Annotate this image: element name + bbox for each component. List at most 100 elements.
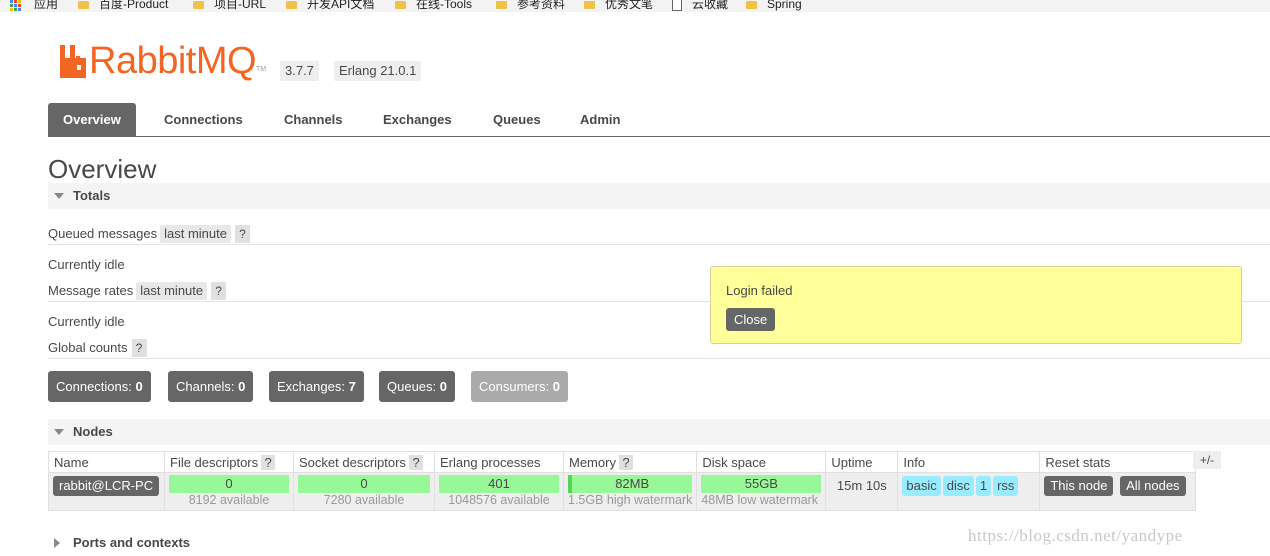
bookmark-label: 项目-URL [214, 0, 267, 11]
bookmark-item[interactable]: 开发API文档 [286, 0, 374, 12]
rates-status: Currently idle [48, 314, 125, 329]
folder-icon [286, 0, 297, 9]
popup-message: Login failed [726, 283, 793, 298]
queued-range-selector[interactable]: last minute [160, 225, 231, 243]
disk-watermark: 48MB low watermark [701, 493, 819, 507]
help-icon[interactable]: ? [211, 282, 227, 300]
rates-range-selector[interactable]: last minute [136, 282, 208, 300]
folder-icon [584, 0, 595, 9]
socket-descriptors-bar: 0 [298, 475, 430, 493]
count-label: Channels: [176, 379, 235, 394]
cell-info: basic disc 1 rss [897, 472, 1041, 511]
col-erlang-processes[interactable]: Erlang processes [434, 451, 564, 473]
bookmark-item[interactable]: 优秀文笔 [584, 0, 653, 12]
help-icon[interactable]: ? [261, 454, 276, 470]
col-memory[interactable]: Memory? [562, 451, 698, 473]
count-value: 7 [348, 379, 356, 394]
bookmark-label: 百度-Product [99, 0, 169, 11]
node-name-link[interactable]: rabbit@LCR-PC [53, 476, 160, 496]
count-value: 0 [552, 379, 560, 394]
info-tag-count: 1 [975, 476, 992, 496]
global-counts-label: Global counts [48, 340, 128, 355]
close-button[interactable]: Close [726, 308, 776, 331]
collapse-triangle-icon [54, 193, 64, 199]
totals-section-label: Totals [73, 188, 111, 203]
nodes-section-toggle[interactable]: Nodes [48, 419, 1270, 445]
page-icon [672, 0, 682, 11]
bookmark-label: 开发API文档 [307, 0, 375, 11]
tab-connections[interactable]: Connections [149, 103, 258, 136]
watermark-text: https://blog.csdn.net/yandype [968, 526, 1183, 545]
col-file-descriptors[interactable]: File descriptors? [164, 451, 294, 473]
col-disk-space[interactable]: Disk space [696, 451, 827, 473]
bookmark-label: Spring [767, 0, 802, 11]
bookmark-label: 参考资料 [517, 0, 566, 11]
bookmark-label: 在线-Tools [416, 0, 473, 11]
count-label: Queues: [387, 379, 437, 394]
col-info[interactable]: Info [897, 451, 1041, 473]
folder-icon [746, 0, 757, 9]
tab-queues[interactable]: Queues [478, 103, 556, 136]
collapse-triangle-icon [54, 429, 64, 435]
reset-all-nodes-button[interactable]: All nodes [1120, 476, 1186, 496]
bookmark-item[interactable]: 参考资料 [496, 0, 565, 12]
channels-count-button[interactable]: Channels: 0 [168, 371, 254, 402]
cell-erlang-processes: 401 1048576 available [434, 472, 564, 511]
totals-section-toggle[interactable]: Totals [48, 183, 1270, 209]
erlang-processes-bar: 401 [439, 475, 559, 493]
count-label: Connections: [56, 379, 132, 394]
consumers-count-button[interactable]: Consumers: 0 [471, 371, 568, 402]
disk-space-bar: 55GB [701, 475, 822, 493]
column-toggle-button[interactable]: +/- [1193, 451, 1221, 469]
bookmark-apps[interactable]: 应用 [10, 0, 58, 12]
folder-icon [395, 0, 406, 9]
count-value: 0 [238, 379, 246, 394]
col-socket-descriptors[interactable]: Socket descriptors? [293, 451, 435, 473]
tab-channels[interactable]: Channels [269, 103, 358, 136]
help-icon[interactable]: ? [408, 454, 423, 470]
queued-messages-row: Queued messages last minute? [48, 225, 250, 243]
page-title: Overview [48, 154, 157, 184]
queues-count-button[interactable]: Queues: 0 [379, 371, 456, 402]
bookmark-item[interactable]: Spring [746, 0, 802, 12]
bookmark-item[interactable]: 百度-Product [78, 0, 168, 12]
count-label: Consumers: [479, 379, 550, 394]
table-header-row: Name File descriptors? Socket descriptor… [48, 451, 1197, 473]
login-failed-popup: Login failed Close [710, 266, 1242, 344]
col-uptime[interactable]: Uptime [825, 451, 899, 473]
reset-this-node-button[interactable]: This node [1044, 476, 1114, 496]
divider [48, 358, 1270, 359]
bookmark-label: 优秀文笔 [605, 0, 654, 11]
bookmark-item[interactable]: 项目-URL [193, 0, 266, 12]
folder-icon [193, 0, 204, 9]
help-icon[interactable]: ? [131, 339, 147, 357]
info-tag-basic: basic [902, 476, 941, 496]
help-icon[interactable]: ? [235, 225, 250, 243]
exchanges-count-button[interactable]: Exchanges: 7 [269, 371, 364, 402]
cell-socket-descriptors: 0 7280 available [293, 472, 435, 511]
memory-bar: 82MB [568, 475, 693, 493]
message-rates-row: Message rates last minute? [48, 282, 227, 300]
logo-tm: TM [256, 66, 267, 73]
tab-overview[interactable]: Overview [48, 103, 136, 136]
help-icon[interactable]: ? [618, 454, 633, 470]
erlang-processes-available: 1048576 available [448, 493, 550, 507]
bookmark-label: 云收藏 [692, 0, 729, 11]
message-rates-label: Message rates [48, 283, 134, 298]
bookmarks-bar: 应用 百度-Product 项目-URL 开发API文档 在线-Tools 参考… [0, 0, 1270, 12]
version-badge: 3.7.7 [280, 61, 319, 81]
bookmark-item[interactable]: 云收藏 [672, 0, 728, 12]
tab-admin[interactable]: Admin [565, 103, 635, 136]
cell-disk-space: 55GB 48MB low watermark [696, 472, 827, 511]
global-counts-row: Global counts? [48, 339, 147, 357]
file-descriptors-bar: 0 [169, 475, 289, 493]
folder-icon [78, 0, 89, 9]
ports-section-label: Ports and contexts [73, 535, 191, 550]
col-name[interactable]: Name [48, 451, 165, 473]
bookmark-item[interactable]: 在线-Tools [395, 0, 472, 12]
col-reset-stats[interactable]: Reset stats [1039, 451, 1197, 473]
tab-exchanges[interactable]: Exchanges [368, 103, 467, 136]
cell-memory: 82MB 1.5GB high watermark [562, 472, 698, 511]
connections-count-button[interactable]: Connections: 0 [48, 371, 151, 402]
erlang-version-badge: Erlang 21.0.1 [334, 61, 422, 81]
